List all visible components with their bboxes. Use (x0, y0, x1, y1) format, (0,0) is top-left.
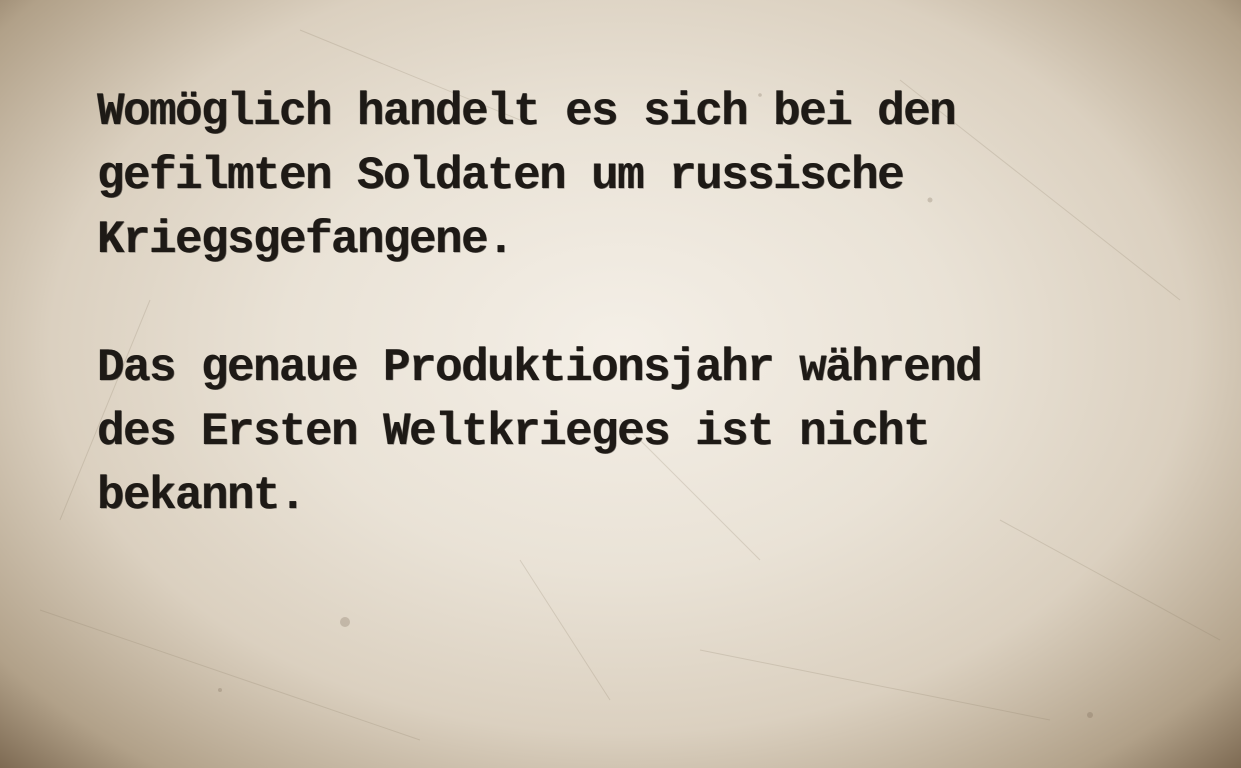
text-line: bekannt. (97, 470, 307, 522)
paragraph-1: Womöglich handelt es sich bei den gefilm… (97, 80, 1137, 272)
text-line: des Ersten Weltkrieges ist nicht (97, 406, 931, 458)
body-text: Womöglich handelt es sich bei den gefilm… (97, 80, 1137, 592)
text-line: Womöglich handelt es sich bei den (97, 86, 957, 138)
text-line: gefilmten Soldaten um russische (97, 150, 905, 202)
aged-paper-card: Womöglich handelt es sich bei den gefilm… (0, 0, 1241, 768)
text-line: Kriegsgefangene. (97, 214, 515, 266)
text-line: Das genaue Produktionsjahr während (97, 342, 983, 394)
paragraph-2: Das genaue Produktionsjahr während des E… (97, 336, 1137, 528)
